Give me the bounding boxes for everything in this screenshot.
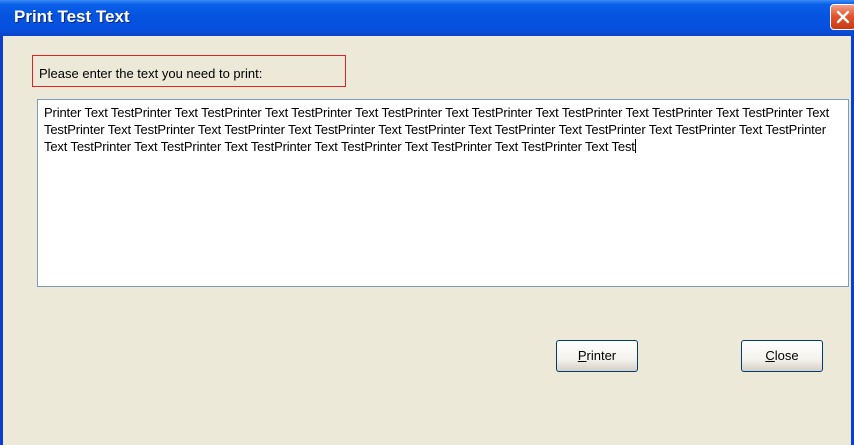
close-button[interactable]: Close [741, 340, 823, 372]
prompt-label: Please enter the text you need to print: [39, 66, 263, 81]
close-window-button[interactable] [830, 4, 854, 30]
close-button-label: lose [774, 348, 799, 363]
printer-button-mnemonic: P [577, 348, 587, 363]
print-text-input[interactable]: Printer Text TestPrinter Text TestPrinte… [37, 99, 849, 287]
dialog-window: Print Test Text Please enter the text yo… [0, 0, 854, 445]
close-button-mnemonic: C [765, 348, 775, 363]
text-caret [634, 139, 636, 153]
print-text-value: Printer Text TestPrinter Text TestPrinte… [44, 105, 830, 154]
printer-button[interactable]: Printer [556, 340, 638, 372]
printer-button-label: rinter [586, 348, 617, 363]
close-icon [836, 10, 850, 24]
title-bar[interactable]: Print Test Text [0, 0, 854, 36]
window-title: Print Test Text [14, 7, 130, 26]
dialog-body: Please enter the text you need to print:… [3, 36, 851, 445]
